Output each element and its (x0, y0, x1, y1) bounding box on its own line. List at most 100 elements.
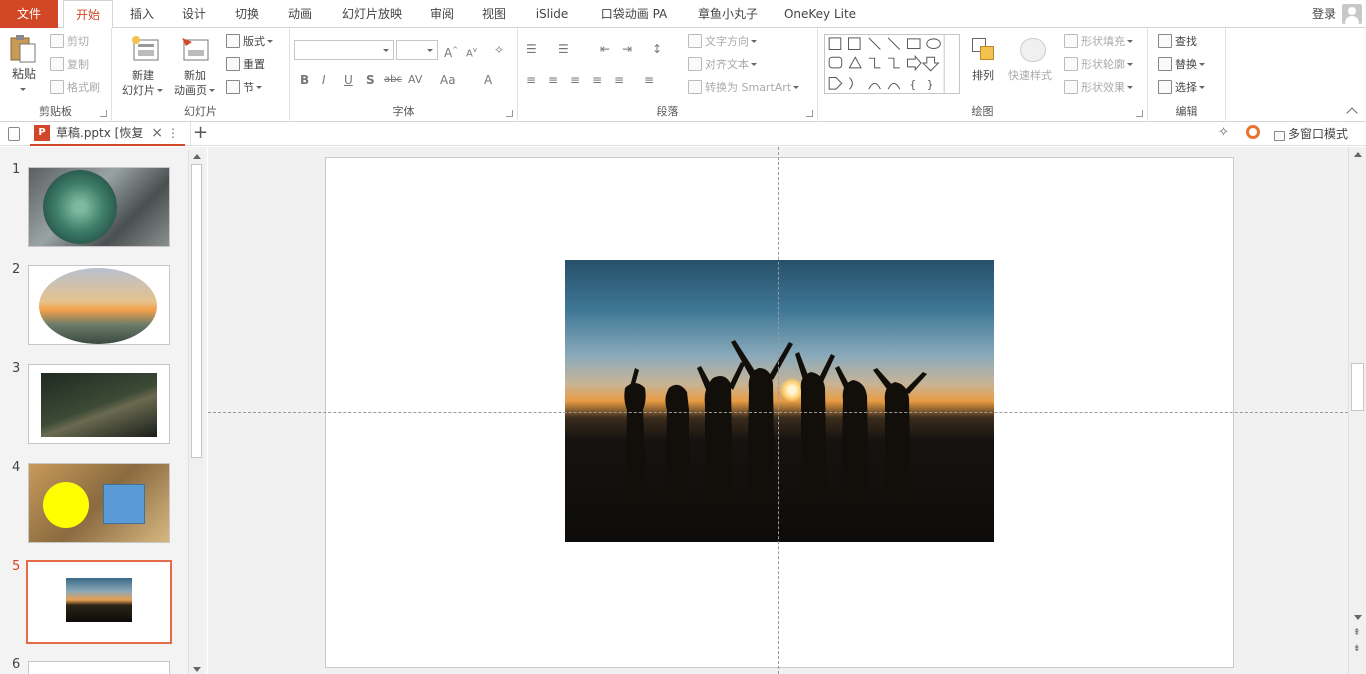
paste-dropdown-icon[interactable] (20, 88, 26, 91)
previous-slide-icon[interactable]: ⇞ (1353, 629, 1361, 638)
text-direction-button[interactable]: 文字方向 (688, 34, 757, 50)
scrollbar-thumb[interactable] (1351, 363, 1364, 411)
horizontal-guide[interactable] (208, 412, 1348, 413)
shape-fill-label: 形状填充 (1081, 35, 1125, 48)
line-spacing-icon[interactable]: ↕ (652, 41, 662, 57)
align-right-icon[interactable]: ≡ (570, 72, 580, 88)
scroll-up-icon[interactable] (1354, 152, 1362, 157)
tab-onekey[interactable]: OneKey Lite (780, 0, 860, 28)
slide-thumb-3[interactable] (28, 364, 170, 444)
select-button[interactable]: 选择 (1158, 80, 1205, 96)
shapes-gallery[interactable]: {} (824, 34, 960, 94)
clear-format-icon[interactable]: ✧ (494, 42, 504, 58)
tab-file[interactable]: 文件 (0, 0, 58, 28)
quick-styles-button[interactable]: 快速样式 (1008, 68, 1052, 84)
align-text-icon (688, 57, 702, 71)
tab-review[interactable]: 审阅 (420, 0, 464, 28)
new-slide-button[interactable]: 幻灯片 (122, 83, 163, 99)
multi-window-button[interactable]: 多窗口模式 (1274, 122, 1348, 146)
align-center-icon[interactable]: ≡ (548, 72, 558, 88)
slide-thumb-4[interactable] (28, 463, 170, 543)
shape-outline-button[interactable]: 形状轮廓 (1064, 57, 1133, 73)
scrollbar-thumb[interactable] (191, 164, 202, 458)
change-case-button[interactable]: Aa (440, 72, 456, 88)
align-text-button[interactable]: 对齐文本 (688, 57, 757, 73)
strikethrough-button[interactable]: abc (384, 72, 402, 88)
next-slide-icon[interactable]: ⇟ (1353, 645, 1361, 654)
gear-icon[interactable] (1246, 125, 1260, 139)
vertical-guide[interactable] (778, 147, 779, 674)
slide-thumb-6[interactable] (28, 661, 170, 674)
char-spacing-button[interactable]: AV (408, 72, 422, 88)
scroll-down-icon[interactable] (193, 667, 201, 672)
distributed-icon[interactable]: ≡ (614, 72, 624, 88)
reset-button[interactable]: 重置 (226, 57, 265, 73)
avatar[interactable] (1342, 4, 1362, 24)
tab-view[interactable]: 视图 (472, 0, 516, 28)
grow-font-icon[interactable]: A^ (444, 42, 458, 61)
bold-button[interactable]: B (300, 72, 309, 88)
justify-icon[interactable]: ≡ (592, 72, 602, 88)
font-name-input[interactable] (294, 40, 394, 60)
close-icon[interactable]: × (151, 122, 163, 144)
login-link[interactable]: 登录 (1312, 0, 1336, 28)
slide-photo[interactable] (565, 260, 994, 542)
tab-transitions[interactable]: 切换 (225, 0, 269, 28)
section-button[interactable]: 节 (226, 80, 262, 96)
arrange-button[interactable]: 排列 (972, 68, 994, 84)
paragraph-expand-icon[interactable] (806, 110, 813, 117)
increase-indent-icon[interactable]: ⇥ (622, 41, 632, 57)
pin-icon[interactable]: ✧ (1218, 125, 1229, 140)
decrease-indent-icon[interactable]: ⇤ (600, 41, 610, 57)
numbering-icon[interactable]: ☰ (558, 41, 569, 57)
slide-thumb-5-selected[interactable] (26, 560, 172, 644)
layout-button[interactable]: 版式 (226, 34, 273, 50)
more-icon[interactable]: ⋮ (167, 122, 179, 144)
columns-icon[interactable]: ≡ (644, 72, 654, 88)
scroll-up-icon[interactable] (193, 154, 201, 159)
replace-button[interactable]: 替换 (1158, 57, 1205, 73)
align-left-icon[interactable]: ≡ (526, 72, 536, 88)
tab-design[interactable]: 设计 (172, 0, 216, 28)
new-anim-button[interactable]: 动画页 (174, 83, 215, 99)
collapse-ribbon-icon[interactable] (1346, 107, 1358, 119)
add-tab-button[interactable]: + (193, 122, 208, 144)
tab-islide[interactable]: iSlide (527, 0, 577, 28)
tab-insert[interactable]: 插入 (120, 0, 164, 28)
tab-slideshow[interactable]: 幻灯片放映 (334, 0, 410, 28)
document-tab[interactable]: P 草稿.pptx [恢复 × ⋮ (30, 122, 185, 146)
tab-octopus[interactable]: 章鱼小丸子 (688, 0, 768, 28)
window-icon (1274, 131, 1285, 141)
clipboard-expand-icon[interactable] (100, 110, 107, 117)
slide-scrollbar[interactable]: ⇞ ⇟ (1348, 147, 1366, 674)
paste-button[interactable]: 粘贴 (12, 66, 36, 82)
scroll-down-icon[interactable] (1354, 615, 1362, 620)
bullets-icon[interactable]: ☰ (526, 41, 537, 57)
slide-thumb-1[interactable] (28, 167, 170, 247)
italic-button[interactable]: I (322, 72, 326, 88)
tab-animations[interactable]: 动画 (278, 0, 322, 28)
drawing-expand-icon[interactable] (1136, 110, 1143, 117)
copy-button[interactable]: 复制 (50, 57, 89, 73)
thumbnail-scrollbar[interactable] (188, 150, 204, 674)
shape-effects-button[interactable]: 形状效果 (1064, 80, 1133, 96)
file-tab-list-icon[interactable] (8, 127, 20, 141)
tab-home[interactable]: 开始 (63, 0, 113, 29)
slide-thumb-2[interactable] (28, 265, 170, 345)
shadow-button[interactable]: S (366, 72, 375, 88)
new-anim-label-1[interactable]: 新加 (184, 68, 206, 84)
cut-button[interactable]: 剪切 (50, 34, 89, 50)
underline-button[interactable]: U (344, 72, 353, 88)
font-color-button[interactable]: A (484, 72, 492, 88)
new-slide-label-1[interactable]: 新建 (132, 68, 154, 84)
slide-editing-canvas[interactable] (208, 147, 1348, 674)
group-editing: 查找 替换 选择 编辑 (1148, 28, 1226, 122)
find-button[interactable]: 查找 (1158, 34, 1197, 50)
font-expand-icon[interactable] (506, 110, 513, 117)
shrink-font-icon[interactable]: Av (466, 42, 477, 62)
shape-fill-button[interactable]: 形状填充 (1064, 34, 1133, 50)
format-painter-button[interactable]: 格式刷 (50, 80, 100, 96)
smartart-button[interactable]: 转换为 SmartArt (688, 80, 800, 96)
tab-pocket-anim[interactable]: 口袋动画 PA (592, 0, 676, 28)
font-size-input[interactable] (396, 40, 438, 60)
